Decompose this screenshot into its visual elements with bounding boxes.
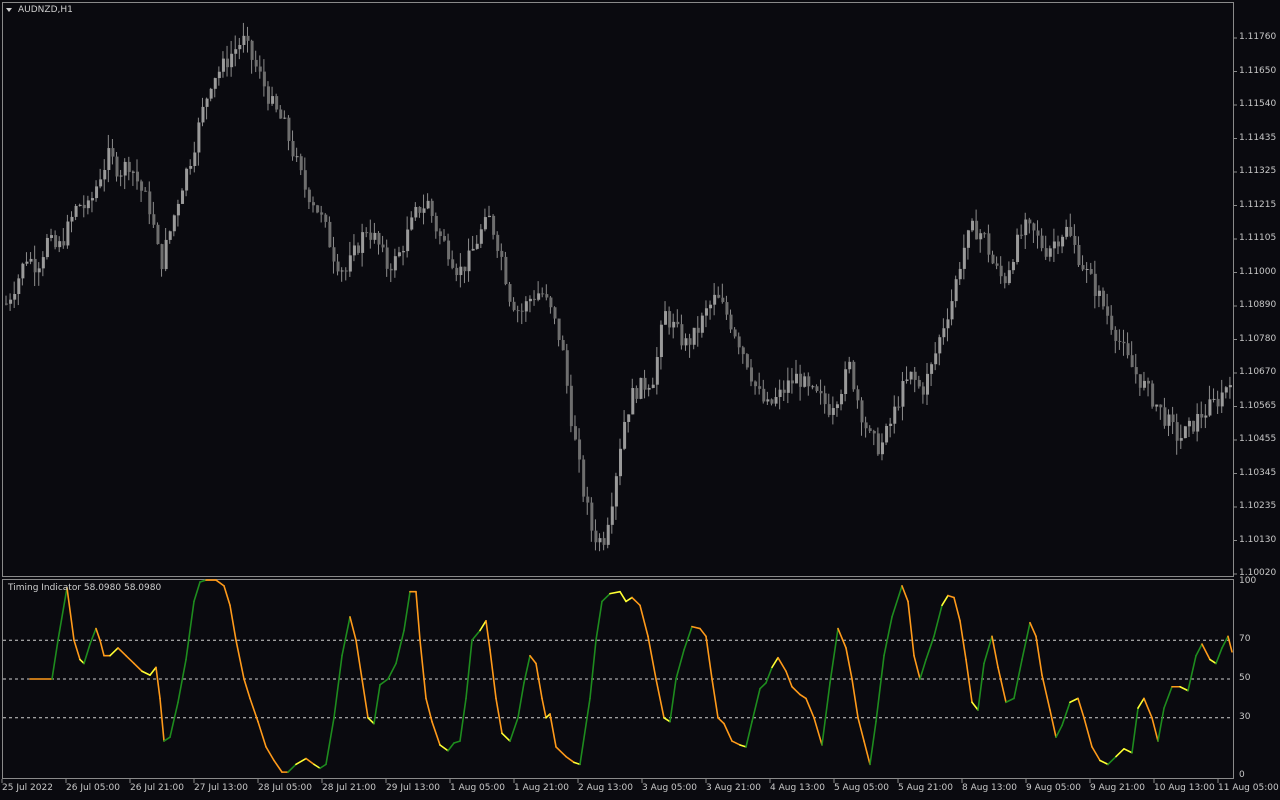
price-axis-label: 1.11760 <box>1239 32 1277 42</box>
time-axis-label: 28 Jul 21:00 <box>322 783 376 793</box>
candle <box>582 455 586 503</box>
time-axis-label: 3 Aug 05:00 <box>642 783 697 793</box>
indicator-axis-label: 30 <box>1239 711 1251 722</box>
time-axis-label: 5 Aug 21:00 <box>898 783 953 793</box>
time-axis-label: 9 Aug 05:00 <box>1026 783 1081 793</box>
candle <box>885 423 889 446</box>
candle <box>504 251 508 286</box>
time-axis-label: 29 Jul 13:00 <box>386 783 440 793</box>
price-axis-label: 1.11325 <box>1239 166 1277 176</box>
time-axis-label: 8 Aug 13:00 <box>962 783 1017 793</box>
price-axis-label: 1.10670 <box>1239 367 1277 377</box>
price-axis-label: 1.10455 <box>1239 434 1277 444</box>
candle <box>1183 425 1187 439</box>
time-axis-label: 25 Jul 2022 <box>2 783 53 793</box>
indicator-axis-label: 50 <box>1239 673 1251 683</box>
price-axis-label: 1.11000 <box>1239 266 1277 277</box>
price-axis-label: 1.11435 <box>1239 132 1277 143</box>
time-axis-label: 27 Jul 13:00 <box>194 783 248 793</box>
indicator-axis-label: 0 <box>1239 770 1245 780</box>
price-axis-label: 1.10780 <box>1239 333 1277 344</box>
time-axis-label: 9 Aug 21:00 <box>1090 783 1145 793</box>
time-axis-label: 1 Aug 05:00 <box>450 783 505 793</box>
time-axis-label: 26 Jul 21:00 <box>130 783 184 793</box>
price-axis-label: 1.11105 <box>1239 233 1277 243</box>
candle <box>156 222 160 245</box>
time-axis-label: 2 Aug 13:00 <box>578 783 633 793</box>
candle <box>1151 380 1155 409</box>
candle <box>1102 287 1106 310</box>
time-axis-label: 4 Aug 13:00 <box>770 783 825 793</box>
price-axis-label: 1.11650 <box>1239 65 1277 76</box>
time-axis-label: 3 Aug 21:00 <box>706 783 761 793</box>
candle <box>745 353 749 370</box>
price-axis-label: 1.11540 <box>1239 99 1277 109</box>
price-axis-label: 1.10130 <box>1239 534 1277 545</box>
indicator-axis-label: 100 <box>1239 576 1257 586</box>
indicator-axis-label: 70 <box>1239 634 1251 645</box>
price-axis-label: 1.10345 <box>1239 467 1277 478</box>
price-axis-label: 1.10235 <box>1239 501 1277 511</box>
candle <box>639 377 643 400</box>
time-axis-label: 28 Jul 05:00 <box>258 783 312 793</box>
indicator-title: Timing Indicator 58.0980 58.0980 <box>8 583 162 593</box>
time-axis-label: 5 Aug 05:00 <box>834 783 889 793</box>
chart-title: AUDNZD,H1 <box>18 5 73 15</box>
price-axis-label: 1.11215 <box>1239 199 1277 210</box>
time-axis-label: 26 Jul 05:00 <box>66 783 120 793</box>
time-axis-label: 1 Aug 21:00 <box>514 783 569 793</box>
candle <box>316 204 320 214</box>
price-axis-label: 1.10890 <box>1239 300 1277 310</box>
candle <box>852 360 856 392</box>
candle <box>181 188 185 204</box>
price-axis-label: 1.10565 <box>1239 400 1277 411</box>
chart-window[interactable] <box>0 0 1280 800</box>
time-axis-label: 11 Aug 05:00 <box>1218 783 1279 793</box>
time-axis-label: 10 Aug 13:00 <box>1154 783 1215 793</box>
